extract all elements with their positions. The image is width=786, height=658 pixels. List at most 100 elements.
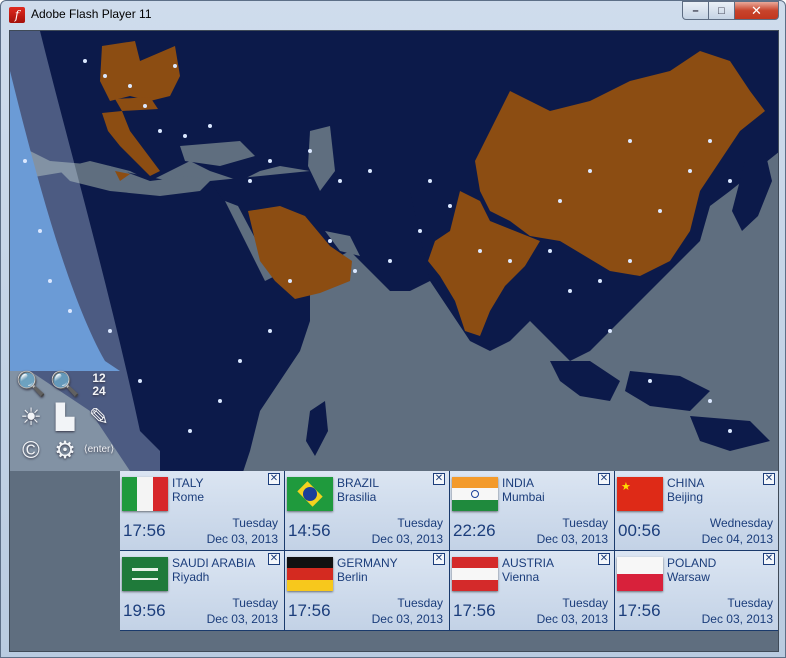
city-light xyxy=(68,309,72,313)
city-light xyxy=(688,169,692,173)
language-button[interactable]: ⟨enter⟩ xyxy=(82,443,116,475)
city-light xyxy=(183,134,187,138)
clock-panel: ITALY Rome 17:56 Tuesday Dec 03, 2013 ✕ BRAZIL… xyxy=(120,471,778,631)
flag-india xyxy=(452,477,498,511)
remove-clock-button[interactable]: ✕ xyxy=(598,553,610,565)
zoom-out-button[interactable]: 🔍 xyxy=(48,369,82,401)
remove-clock-button[interactable]: ✕ xyxy=(763,553,775,565)
clock-date: Dec 03, 2013 xyxy=(371,532,443,546)
title-bar[interactable]: f Adobe Flash Player 11 – □ ✕ xyxy=(1,1,785,29)
clock-city: Warsaw xyxy=(667,570,710,584)
clock-time: 17:56 xyxy=(453,601,496,620)
city-light xyxy=(208,124,212,128)
clock-card-india[interactable]: INDIA Mumbai 22:26 Tuesday Dec 03, 2013 ✕ xyxy=(450,471,615,551)
city-light xyxy=(628,139,632,143)
clock-date: Dec 03, 2013 xyxy=(371,612,443,626)
city-lights-toggle-button[interactable]: ▙ xyxy=(48,402,82,434)
city-light xyxy=(158,129,162,133)
clock-city: Beijing xyxy=(667,490,704,504)
city-light xyxy=(173,64,177,68)
city-light xyxy=(338,179,342,183)
clock-time: 00:56 xyxy=(618,521,661,540)
clock-day: Tuesday xyxy=(232,516,278,530)
clock-city: Riyadh xyxy=(172,570,210,584)
city-light xyxy=(248,179,252,183)
city-light xyxy=(308,149,312,153)
city-light xyxy=(388,259,392,263)
city-light xyxy=(728,179,732,183)
flag-poland xyxy=(617,557,663,591)
clock-date: Dec 03, 2013 xyxy=(206,612,278,626)
clock-city: Berlin xyxy=(337,570,368,584)
clock-card-poland[interactable]: POLAND Warsaw 17:56 Tuesday Dec 03, 2013 ✕ xyxy=(615,551,778,631)
daylight-toggle-button[interactable]: ☀ xyxy=(14,402,48,434)
clock-time: 19:56 xyxy=(123,601,166,620)
clock-date: Dec 03, 2013 xyxy=(536,612,608,626)
city-light xyxy=(588,169,592,173)
clock-card-italy[interactable]: ITALY Rome 17:56 Tuesday Dec 03, 2013 ✕ xyxy=(120,471,285,551)
city-light xyxy=(558,199,562,203)
clock-country: SAUDI ARABIA xyxy=(172,556,256,570)
city-light xyxy=(138,379,142,383)
close-button[interactable]: ✕ xyxy=(734,1,779,20)
time-format-toggle[interactable]: 12 24 xyxy=(82,372,116,404)
city-light xyxy=(268,329,272,333)
window-title: Adobe Flash Player 11 xyxy=(31,7,152,21)
flag-brazil xyxy=(287,477,333,511)
remove-clock-button[interactable]: ✕ xyxy=(268,473,280,485)
city-light xyxy=(188,429,192,433)
city-light xyxy=(508,259,512,263)
clock-card-austria[interactable]: AUSTRIA Vienna 17:56 Tuesday Dec 03, 2013 ✕ xyxy=(450,551,615,631)
copyright-button[interactable]: © xyxy=(14,435,48,467)
remove-clock-button[interactable]: ✕ xyxy=(598,473,610,485)
maximize-button[interactable]: □ xyxy=(708,1,735,20)
remove-clock-button[interactable]: ✕ xyxy=(433,553,445,565)
clock-country: AUSTRIA xyxy=(502,556,555,570)
clock-time: 17:56 xyxy=(618,601,661,620)
clock-card-saudi-arabia[interactable]: SAUDI ARABIA Riyadh 19:56 Tuesday Dec 03, 20… xyxy=(120,551,285,631)
clock-day: Tuesday xyxy=(232,596,278,610)
flag-austria xyxy=(452,557,498,591)
city-light xyxy=(598,279,602,283)
city-light xyxy=(418,229,422,233)
window-controls: – □ ✕ xyxy=(682,1,779,21)
city-light xyxy=(628,259,632,263)
flash-player-icon: f xyxy=(9,7,25,23)
clock-city: Mumbai xyxy=(502,490,545,504)
remove-clock-button[interactable]: ✕ xyxy=(433,473,445,485)
remove-clock-button[interactable]: ✕ xyxy=(763,473,775,485)
flag-saudi-arabia xyxy=(122,557,168,591)
city-light xyxy=(238,359,242,363)
city-light xyxy=(288,279,292,283)
telescope-button[interactable]: ✎ xyxy=(82,402,116,434)
city-light xyxy=(108,329,112,333)
clock-country: BRAZIL xyxy=(337,476,380,490)
clock-card-china[interactable]: ★ CHINA Beijing 00:56 Wednesday Dec 04, 2013 ✕ xyxy=(615,471,778,551)
city-light xyxy=(328,239,332,243)
clock-day: Tuesday xyxy=(727,596,773,610)
city-light xyxy=(268,159,272,163)
clock-date: Dec 03, 2013 xyxy=(536,532,608,546)
clock-date: Dec 04, 2013 xyxy=(701,532,773,546)
clock-card-germany[interactable]: GERMANY Berlin 17:56 Tuesday Dec 03, 2013 ✕ xyxy=(285,551,450,631)
minimize-button[interactable]: – xyxy=(682,1,709,20)
clock-day: Tuesday xyxy=(397,596,443,610)
city-light xyxy=(353,269,357,273)
city-light xyxy=(708,139,712,143)
city-light xyxy=(648,379,652,383)
city-light xyxy=(103,74,107,78)
clock-day: Wednesday xyxy=(709,516,773,530)
map-toolbar: 🔍 🔍 12 24 ☀ ▙ ✎ © ⚙ ⟨enter⟩ xyxy=(14,369,118,469)
clock-card-brazil[interactable]: BRAZIL Brasilia 14:56 Tuesday Dec 03, 2013 ✕ xyxy=(285,471,450,551)
remove-clock-button[interactable]: ✕ xyxy=(268,553,280,565)
city-light xyxy=(128,84,132,88)
settings-button[interactable]: ⚙ xyxy=(48,435,82,467)
clock-time: 17:56 xyxy=(123,521,166,540)
clock-day: Tuesday xyxy=(562,516,608,530)
zoom-in-button[interactable]: 🔍 xyxy=(14,369,48,401)
clock-country: POLAND xyxy=(667,556,717,570)
city-light xyxy=(368,169,372,173)
time-format-24-label: 24 xyxy=(92,384,106,398)
clock-country: GERMANY xyxy=(337,556,398,570)
city-light xyxy=(23,159,27,163)
